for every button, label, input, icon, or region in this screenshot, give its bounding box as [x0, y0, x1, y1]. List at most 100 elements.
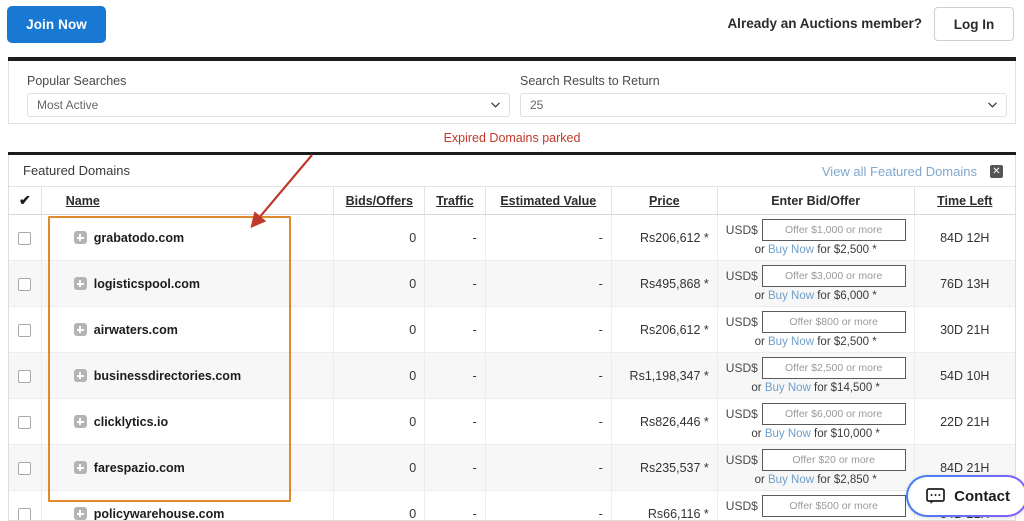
domain-name-cell: farespazio.com: [41, 444, 335, 491]
page-root: Join Now Already an Auctions member? Log…: [0, 0, 1024, 521]
domain-name-link[interactable]: airwaters.com: [94, 323, 178, 337]
view-all-featured-domains-link[interactable]: View all Featured Domains: [822, 164, 977, 179]
price-cell: Rs206,612 *: [611, 214, 718, 261]
chevron-down-icon: [491, 101, 500, 110]
row-checkbox-cell: [9, 444, 42, 491]
traffic-cell: -: [424, 490, 486, 520]
column-header-bids[interactable]: Bids/Offers: [333, 187, 426, 215]
expand-plus-icon[interactable]: [73, 231, 87, 244]
table-row: logisticspool.com0--Rs495,868 *USD$or Bu…: [9, 260, 1015, 307]
buy-now-link[interactable]: Buy Now: [768, 290, 814, 302]
buy-now-prefix: or: [754, 290, 769, 302]
buy-now-line: or Buy Now for $14,500 *: [726, 382, 906, 394]
buy-now-suffix: for $10,000 *: [810, 428, 880, 440]
buy-now-line: or Buy Now for $2,850 *: [726, 474, 906, 486]
buy-now-prefix: or: [754, 244, 769, 256]
search-results-value: 25: [530, 98, 544, 112]
buy-now-link[interactable]: Buy Now: [765, 382, 811, 394]
popular-searches-select[interactable]: Most Active: [27, 93, 510, 117]
offer-input[interactable]: [761, 403, 906, 425]
buy-now-prefix: or: [751, 428, 765, 440]
top-bar: Join Now Already an Auctions member? Log…: [0, 0, 1024, 52]
popular-searches-field: Popular Searches Most Active: [27, 74, 510, 117]
domain-name-cell: grabatodo.com: [41, 214, 335, 261]
column-header-price[interactable]: Price: [611, 187, 718, 215]
table-row: airwaters.com0--Rs206,612 *USD$or Buy No…: [9, 306, 1015, 353]
currency-label: USD$: [725, 315, 758, 329]
buy-now-link[interactable]: Buy Now: [768, 336, 814, 348]
domain-name-link[interactable]: farespazio.com: [94, 461, 185, 475]
offer-input[interactable]: [761, 311, 906, 333]
buy-now-line: or Buy Now for $6,000 *: [726, 290, 906, 302]
price-cell: Rs495,868 *: [611, 260, 718, 307]
row-checkbox[interactable]: [18, 277, 32, 291]
row-checkbox[interactable]: [18, 415, 32, 429]
table-header-row: ✔ Name Bids/Offers Traffic Estimated Val…: [9, 187, 1015, 215]
enter-bid-cell: USD$ or Buy Now for $14,500 *: [717, 352, 915, 399]
estimated-value-cell: -: [485, 260, 612, 307]
offer-input[interactable]: [761, 219, 906, 241]
column-header-traffic[interactable]: Traffic: [424, 187, 486, 215]
buy-now-link[interactable]: Buy Now: [768, 474, 814, 486]
close-icon[interactable]: ✕: [990, 165, 1003, 178]
buy-now-link[interactable]: Buy Now: [768, 244, 814, 256]
currency-label: USD$: [725, 407, 758, 421]
row-checkbox-cell: [9, 398, 42, 445]
domain-name-link[interactable]: logisticspool.com: [94, 277, 200, 291]
offer-input[interactable]: [761, 495, 906, 517]
select-all-header[interactable]: ✔: [9, 187, 42, 215]
column-header-enter-bid: Enter Bid/Offer: [717, 187, 915, 215]
offer-input[interactable]: [761, 357, 906, 379]
price-cell: Rs235,537 *: [611, 444, 718, 491]
row-checkbox[interactable]: [18, 231, 32, 245]
search-results-label: Search Results to Return: [520, 74, 660, 88]
time-left-cell: 76D 13H: [914, 260, 1015, 307]
domain-name-link[interactable]: businessdirectories.com: [94, 369, 241, 383]
row-checkbox[interactable]: [18, 461, 32, 475]
buy-now-prefix: or: [754, 336, 769, 348]
expand-plus-icon[interactable]: [73, 415, 87, 428]
contact-chat-button[interactable]: Contact: [906, 475, 1024, 517]
domain-name-link[interactable]: clicklytics.io: [94, 415, 168, 429]
expand-plus-icon[interactable]: [73, 461, 87, 474]
column-header-estimated-value[interactable]: Estimated Value: [485, 187, 612, 215]
expand-plus-icon[interactable]: [73, 277, 87, 290]
row-checkbox-cell: [9, 306, 42, 353]
table-row: grabatodo.com0--Rs206,612 *USD$or Buy No…: [9, 214, 1015, 261]
estimated-value-cell: -: [485, 398, 612, 445]
column-header-time-left[interactable]: Time Left: [914, 187, 1015, 215]
join-now-button[interactable]: Join Now: [7, 6, 106, 43]
price-cell: Rs66,116 *: [611, 490, 718, 520]
buy-now-link[interactable]: Buy Now: [765, 428, 811, 440]
offer-input[interactable]: [761, 449, 906, 471]
traffic-cell: -: [424, 398, 486, 445]
buy-now-line: or Buy Now for $2,500 *: [726, 336, 906, 348]
expand-plus-icon[interactable]: [73, 323, 87, 336]
search-results-select[interactable]: 25: [520, 93, 1007, 117]
row-checkbox-cell: [9, 260, 42, 307]
domain-name-cell: clicklytics.io: [41, 398, 335, 445]
buy-now-suffix: for $14,500 *: [810, 382, 880, 394]
expand-plus-icon[interactable]: [73, 369, 87, 382]
featured-domains-header: Featured Domains View all Featured Domai…: [9, 155, 1015, 187]
time-left-cell: 30D 21H: [914, 306, 1015, 353]
buy-now-suffix: for $6,000 *: [814, 290, 877, 302]
domain-name-cell: policywarehouse.com: [41, 490, 335, 521]
row-checkbox[interactable]: [18, 323, 32, 337]
row-checkbox-cell: [9, 352, 42, 399]
expand-plus-icon[interactable]: [73, 507, 87, 520]
domain-name-link[interactable]: grabatodo.com: [94, 231, 184, 245]
log-in-button[interactable]: Log In: [934, 7, 1014, 41]
enter-bid-cell: USD$or Buy Now for $800 *: [717, 490, 915, 520]
domain-name-cell: airwaters.com: [41, 306, 335, 353]
currency-label: USD$: [725, 223, 758, 237]
traffic-cell: -: [424, 352, 486, 399]
row-checkbox[interactable]: [18, 369, 32, 383]
featured-domains-panel: Featured Domains View all Featured Domai…: [8, 155, 1016, 521]
offer-input[interactable]: [761, 265, 906, 287]
member-prompt-text: Already an Auctions member?: [727, 16, 922, 31]
domain-name-link[interactable]: policywarehouse.com: [94, 507, 225, 521]
row-checkbox[interactable]: [18, 507, 32, 520]
column-header-name[interactable]: Name: [41, 187, 335, 215]
price-cell: Rs206,612 *: [611, 306, 718, 353]
